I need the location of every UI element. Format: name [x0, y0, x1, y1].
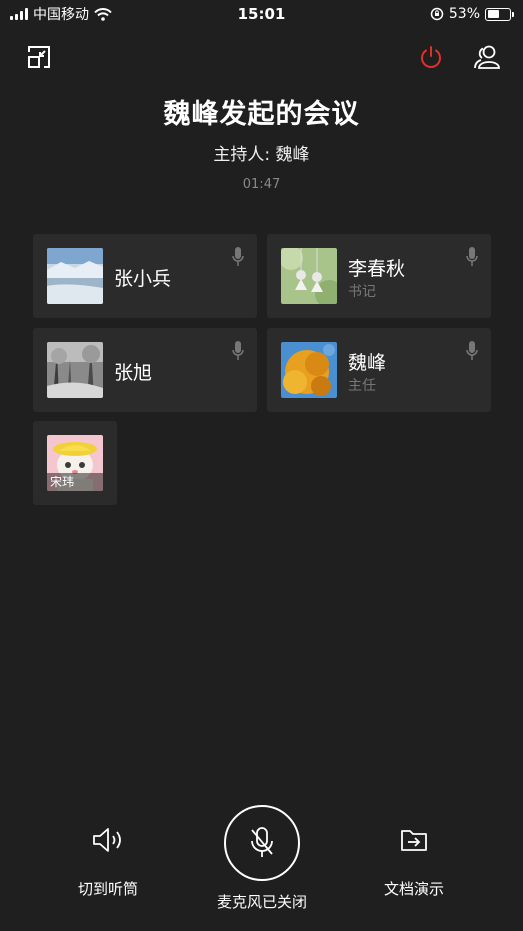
avatar [281, 248, 337, 304]
end-meeting-button[interactable] [416, 42, 446, 72]
mic-status: 麦克风已关闭 [204, 891, 320, 912]
avatar: 宋玮 [47, 435, 103, 491]
participants-icon [474, 45, 500, 69]
status-bar: 中国移动 15:01 53% [0, 0, 523, 28]
meeting-host: 主持人: 魏峰 [213, 145, 310, 165]
carrier-label: 中国移动 [33, 7, 89, 23]
mic-icon [232, 341, 244, 360]
power-icon [421, 46, 441, 68]
signal-icon [10, 8, 28, 20]
mic-label: 麦克风已关闭 [216, 893, 307, 911]
meeting-title: 魏峰发起的会议 [163, 99, 360, 130]
participant-role: 书记 [348, 284, 376, 300]
meeting-timer: 01:47 [242, 177, 281, 192]
participant-name: 魏峰 [348, 352, 387, 374]
switch-earpiece-button[interactable]: 切到听筒 [68, 826, 148, 899]
participant-name: 李春秋 [348, 258, 406, 280]
battery-icon [485, 7, 514, 21]
participant-name: 宋玮 [47, 473, 103, 491]
doc-presentation-button[interactable]: 文档演示 [374, 826, 454, 899]
orientation-lock-icon [430, 7, 444, 21]
participant-role: 主任 [348, 378, 376, 394]
minimize-window-button[interactable] [24, 42, 54, 72]
participant-card-small[interactable]: 宋玮 [33, 421, 117, 505]
participant-name: 张小兵 [114, 268, 172, 290]
battery-percent: 53% [448, 6, 480, 22]
minimize-window-icon [28, 46, 50, 68]
participants-button[interactable] [472, 42, 502, 72]
wifi-icon [94, 7, 112, 21]
mic-toggle-button[interactable] [224, 805, 300, 881]
participant-card[interactable]: 张小兵 [33, 234, 257, 318]
avatar [47, 248, 103, 304]
status-right: 53% [430, 6, 514, 22]
mic-icon [466, 341, 478, 360]
participant-card[interactable]: 魏峰 主任 [267, 328, 491, 412]
participant-card[interactable]: 张旭 [33, 328, 257, 412]
avatar [47, 342, 103, 398]
earpiece-label: 切到听筒 [77, 880, 138, 898]
doc-label: 文档演示 [383, 880, 444, 898]
mic-icon [466, 247, 478, 266]
participant-name: 张旭 [114, 362, 153, 384]
avatar [281, 342, 337, 398]
folder-share-icon [401, 830, 427, 851]
participant-card[interactable]: 李春秋 书记 [267, 234, 491, 318]
mic-icon [232, 247, 244, 266]
speaker-icon [93, 828, 121, 852]
mic-off-icon [251, 827, 273, 857]
status-left: 中国移动 [10, 4, 112, 24]
